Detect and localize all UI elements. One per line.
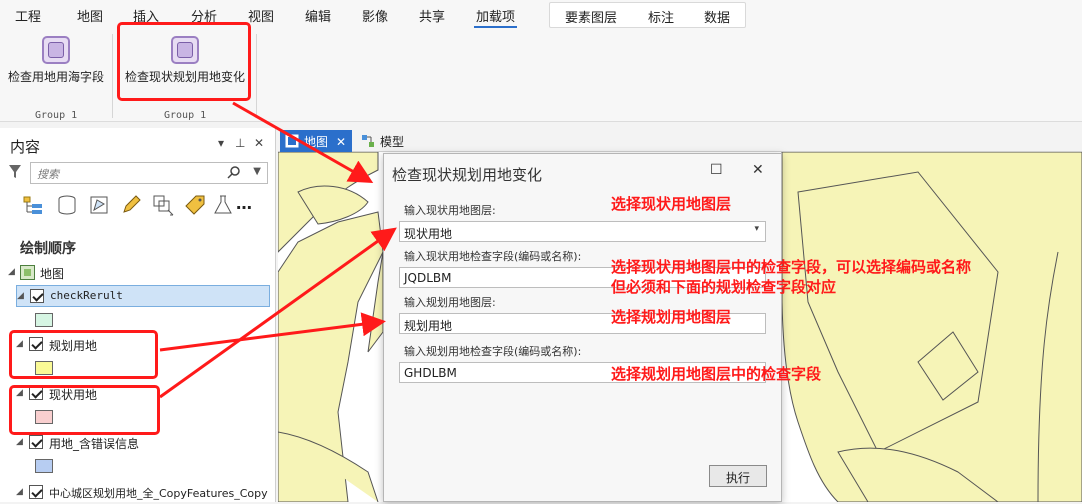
filter-icon[interactable]	[8, 164, 22, 180]
tab-map-view[interactable]: 地图 ✕	[280, 130, 353, 152]
current-field-value: JQDLBM	[404, 271, 452, 285]
snapping-icon[interactable]	[152, 194, 174, 216]
group-label: Group 1	[35, 110, 78, 121]
layer-label: 用地_含错误信息	[49, 437, 140, 451]
close-icon[interactable]: ✕	[254, 136, 264, 150]
map-icon	[20, 265, 35, 280]
tab-feature-layer[interactable]: 要素图层	[565, 7, 617, 26]
dialog-title: 检查现状规划用地变化	[392, 166, 543, 184]
tab-map[interactable]: 地图	[77, 6, 103, 25]
tab-data[interactable]: 数据	[704, 7, 730, 26]
layer-visibility-checkbox[interactable]	[29, 435, 43, 449]
search-placeholder: 搜索	[37, 168, 59, 181]
layer-row-central-city-copy[interactable]: ◢ 中心城区规划用地_全_CopyFeatures_Copy	[16, 482, 274, 504]
check-landuse-field-button[interactable]: 检查用地用海字段	[6, 36, 106, 96]
ribbon-divider	[112, 34, 113, 118]
ribbon-divider	[256, 34, 257, 118]
map-view-tabs: 地图 ✕ 模型	[278, 128, 1082, 152]
context-tab-group: 要素图层 标注 数据	[549, 2, 746, 28]
planned-layer-value: 规划用地	[404, 319, 453, 333]
chevron-down-icon[interactable]: ▾	[754, 224, 759, 234]
tab-labeling[interactable]: 标注	[648, 7, 674, 26]
annotation-select-current-field: 选择现状用地图层中的检查字段，可以选择编码或名称	[611, 258, 972, 276]
tab-imagery[interactable]: 影像	[362, 6, 388, 25]
layer-visibility-checkbox[interactable]	[30, 289, 44, 303]
tab-project[interactable]: 工程	[15, 6, 41, 25]
close-icon[interactable]: ✕	[336, 135, 346, 149]
close-icon[interactable]: ✕	[752, 162, 764, 178]
symbol-swatch[interactable]	[35, 459, 53, 473]
run-button[interactable]: 执行	[709, 465, 767, 487]
labeling-icon[interactable]	[184, 194, 206, 216]
symbol-swatch[interactable]	[35, 313, 53, 327]
map-view-tab-label: 地图	[304, 135, 329, 149]
annotation-select-planned-layer: 选择规划用地图层	[611, 308, 732, 326]
current-layer-value: 现状用地	[404, 227, 453, 241]
planned-field-value: GHDLBM	[404, 366, 457, 380]
polygon-source-icon[interactable]	[88, 194, 110, 216]
layer-label: 中心城区规划用地_全_CopyFeatures_Copy	[49, 487, 268, 500]
pencil-icon[interactable]	[120, 194, 142, 216]
check-landuse-field-label: 检查用地用海字段	[7, 70, 104, 84]
planned-layer-label: 输入规划用地图层:	[404, 296, 496, 309]
highlight-box-planned-layer	[9, 330, 158, 379]
tab-edit[interactable]: 编辑	[305, 6, 331, 25]
group-label: Group 1	[164, 110, 207, 121]
draw-order-icon[interactable]	[22, 194, 44, 216]
layer-row-landuse-errors[interactable]: ◢ 用地_含错误信息	[16, 432, 270, 454]
search-icon[interactable]	[227, 165, 241, 179]
map-node-label: 地图	[40, 267, 65, 281]
highlight-box-current-layer	[9, 385, 160, 435]
planned-field-label: 输入规划用地检查字段(编码或名称):	[404, 345, 582, 358]
pin-icon[interactable]: ⊥	[235, 136, 245, 150]
addin-square-icon	[42, 36, 70, 64]
highlight-box-ribbon-button	[117, 22, 251, 101]
layer-visibility-checkbox[interactable]	[29, 485, 43, 499]
contents-title: 内容	[10, 138, 41, 156]
contents-pane: 内容 ▾ ⊥ ✕ 搜索 ▼ … 绘制顺序 ◢ 地图 ◢ checkRerult …	[0, 128, 276, 502]
tab-addins[interactable]: 加载项	[473, 6, 518, 28]
current-field-label: 输入现状用地检查字段(编码或名称):	[404, 250, 582, 263]
collapse-triangle-icon[interactable]: ◢	[16, 437, 23, 447]
layer-row-checkrerult[interactable]: ◢ checkRerult	[16, 285, 270, 307]
current-layer-select[interactable]: 现状用地 ▾	[399, 221, 766, 242]
lab-flask-icon[interactable]	[212, 194, 234, 216]
collapse-triangle-icon[interactable]: ◢	[8, 267, 15, 277]
map-node[interactable]: ◢ 地图	[0, 262, 270, 284]
map-icon	[285, 134, 299, 148]
chevron-down-icon[interactable]: ▼	[253, 166, 261, 177]
pane-menu-icon[interactable]: ▾	[218, 136, 224, 150]
tab-model-view[interactable]: 模型	[356, 130, 410, 152]
collapse-triangle-icon[interactable]: ◢	[17, 291, 24, 301]
database-icon[interactable]	[56, 194, 78, 216]
tab-view[interactable]: 视图	[248, 6, 274, 25]
collapse-triangle-icon[interactable]: ◢	[16, 487, 23, 497]
maximize-icon[interactable]: ☐	[710, 162, 723, 178]
more-options-icon[interactable]: …	[236, 194, 258, 216]
annotation-select-planned-field: 选择规划用地图层中的检查字段	[611, 365, 822, 383]
current-layer-label: 输入现状用地图层:	[404, 204, 496, 217]
annotation-select-current-layer: 选择现状用地图层	[611, 195, 732, 213]
model-view-tab-label: 模型	[380, 135, 405, 149]
draw-order-heading: 绘制顺序	[20, 241, 76, 257]
search-input[interactable]: 搜索 ▼	[30, 162, 268, 184]
tab-share[interactable]: 共享	[419, 6, 445, 25]
annotation-field-must-match: 但必须和下面的规划检查字段对应	[611, 278, 837, 296]
model-icon	[362, 135, 374, 147]
layer-label: checkRerult	[50, 289, 123, 302]
